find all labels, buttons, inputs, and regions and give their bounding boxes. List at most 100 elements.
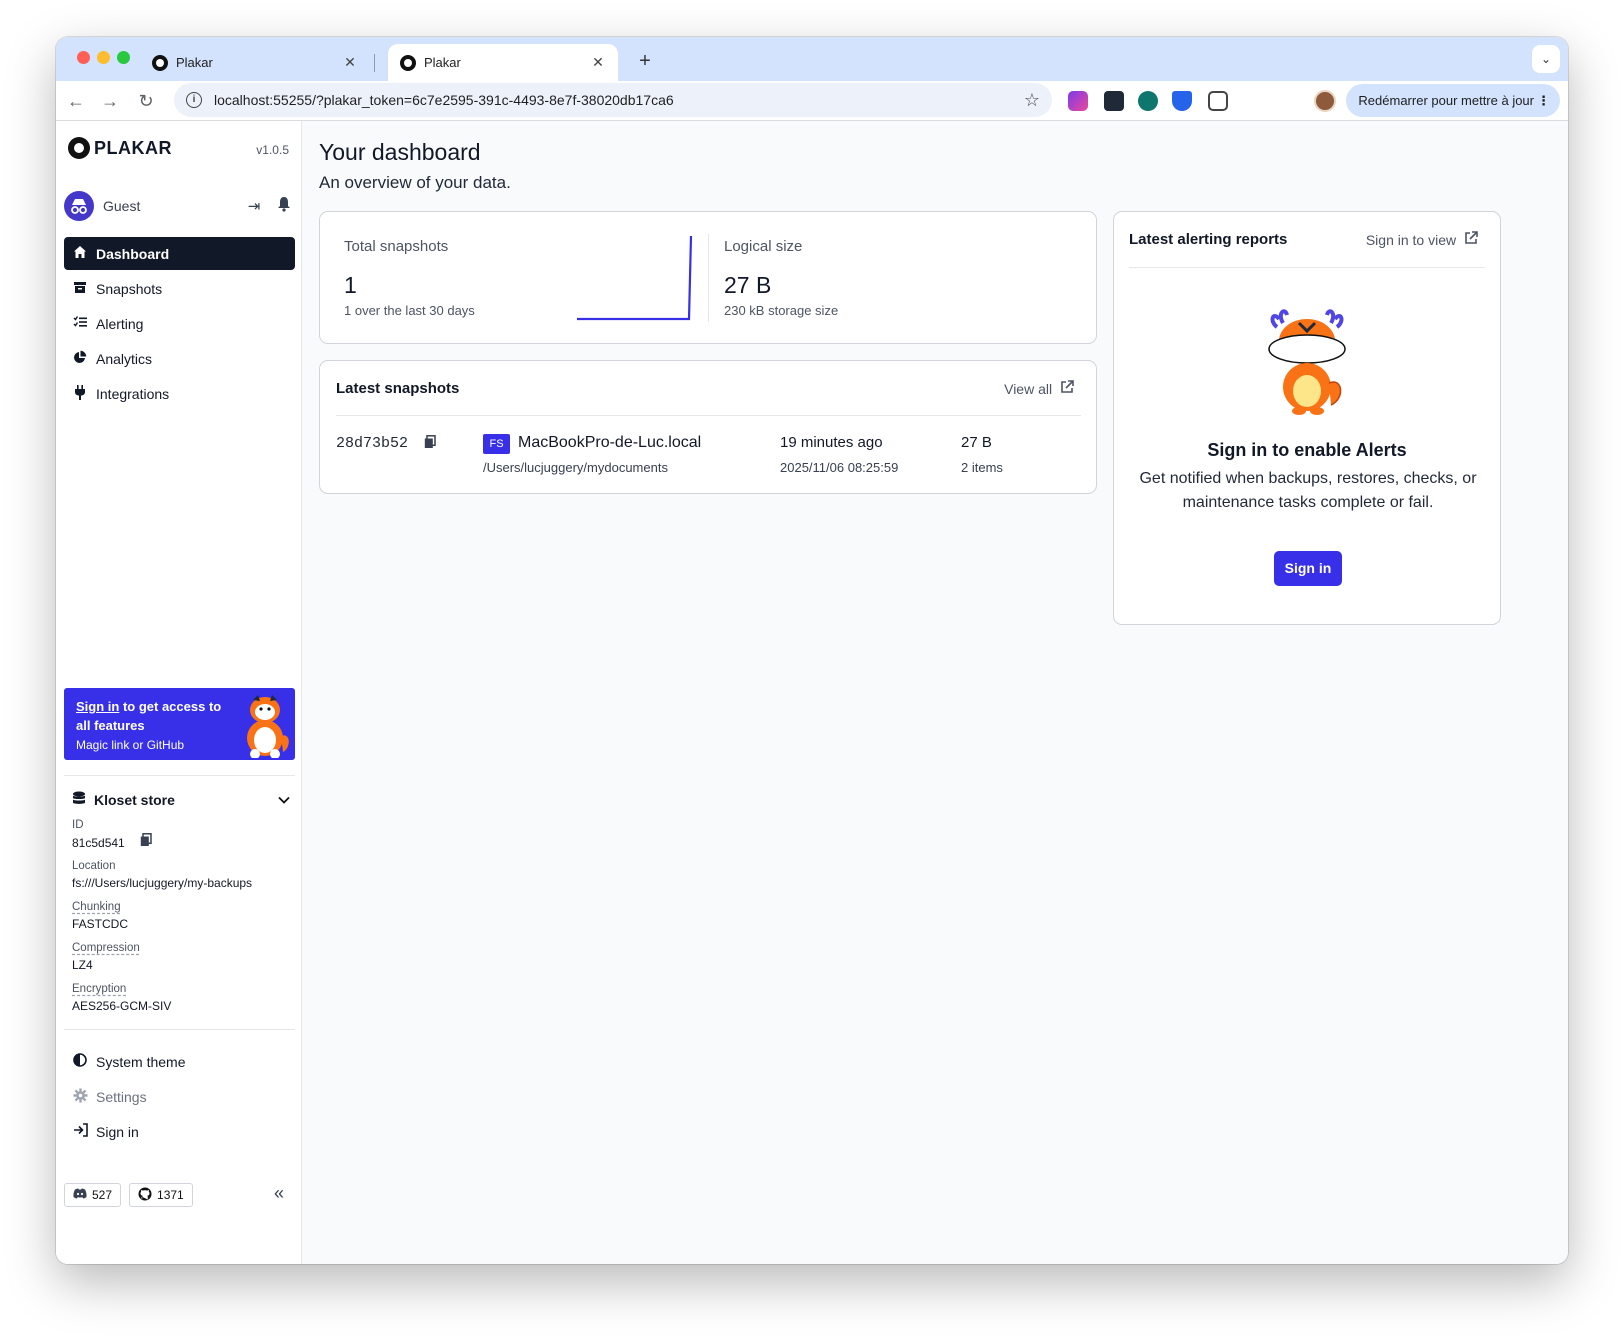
plakar-favicon-icon — [400, 54, 416, 71]
nav-item-settings[interactable]: Settings — [64, 1080, 295, 1113]
update-relaunch-button[interactable]: Redémarrer pour mettre à jour ⋮ — [1346, 84, 1560, 117]
snapshot-size: 27 B — [961, 434, 992, 451]
address-bar[interactable]: i localhost:55255/?plakar_token=6c7e2595… — [174, 83, 1052, 117]
site-info-icon[interactable]: i — [186, 92, 202, 108]
extension-v-icon[interactable] — [1172, 91, 1192, 111]
copy-icon[interactable] — [424, 435, 436, 452]
close-tab-icon[interactable]: ✕ — [342, 54, 358, 71]
page-subtitle: An overview of your data. — [319, 173, 511, 192]
view-all-link[interactable]: View all — [1004, 380, 1074, 397]
store-location-field: Location fs:///Users/lucjuggery/my-backu… — [72, 858, 290, 892]
github-icon — [138, 1187, 152, 1204]
snapshots-sparkline — [577, 235, 693, 321]
user-name: Guest — [103, 198, 141, 214]
total-snapshots-value: 1 — [344, 272, 357, 298]
pie-chart-icon — [72, 350, 88, 367]
guest-avatar[interactable] — [64, 191, 94, 221]
sign-in-promo[interactable]: Sign in to get access to all features Ma… — [64, 688, 295, 760]
plakar-logo-icon — [68, 137, 90, 159]
fs-type-badge: FS — [483, 434, 510, 454]
store-location-label: Location — [72, 860, 116, 872]
main-nav: Dashboard Snapshots Alerting Analytics I… — [64, 237, 295, 412]
new-tab-button[interactable]: + — [631, 48, 659, 76]
forward-icon[interactable]: → — [96, 87, 124, 115]
discord-count: 527 — [92, 1188, 113, 1202]
extension-person-icon[interactable] — [1104, 91, 1124, 111]
sign-in-to-view-link[interactable]: Sign in to view — [1366, 231, 1478, 248]
sign-in-icon — [72, 1123, 88, 1140]
brand-name: PLAKAR — [94, 137, 172, 158]
nav-item-snapshots[interactable]: Snapshots — [64, 272, 295, 305]
collapse-sidebar-icon[interactable]: « — [274, 1183, 284, 1204]
nav-item-analytics[interactable]: Analytics — [64, 342, 295, 375]
kloset-store-header[interactable]: Kloset store — [72, 791, 290, 809]
nav-item-dashboard[interactable]: Dashboard — [64, 237, 295, 270]
back-icon[interactable]: ← — [62, 87, 90, 115]
copy-icon[interactable] — [140, 833, 152, 852]
promo-sign-in-link[interactable]: Sign in — [76, 699, 119, 714]
gear-icon — [72, 1088, 88, 1106]
extension-gem-icon[interactable] — [1068, 91, 1088, 111]
logical-size-value: 27 B — [724, 272, 772, 298]
tab-search-button[interactable]: ⌄ — [1532, 45, 1560, 73]
store-chunking-field: Chunking FASTCDC — [72, 899, 290, 933]
sidebar-divider — [64, 775, 295, 776]
close-window-button[interactable] — [77, 51, 90, 64]
login-icon[interactable]: ⇥ — [244, 197, 264, 215]
snapshot-id[interactable]: 28d73b52 — [336, 435, 408, 452]
reload-icon[interactable]: ↻ — [132, 87, 160, 115]
minimize-window-button[interactable] — [97, 51, 110, 64]
store-encryption-label[interactable]: Encryption — [72, 981, 290, 997]
chevron-down-icon[interactable] — [278, 793, 290, 807]
mascot-illustration — [247, 695, 289, 758]
close-tab-icon[interactable]: ✕ — [590, 54, 606, 71]
external-link-icon — [1060, 380, 1074, 397]
nav-item-alerting[interactable]: Alerting — [64, 307, 295, 340]
database-icon — [72, 791, 86, 809]
extension-grammar-icon[interactable] — [1138, 91, 1158, 111]
browser-window: Plakar ✕ Plakar ✕ + ⌄ ← → ↻ i localhost:… — [56, 37, 1568, 1264]
nav-item-sign-in[interactable]: Sign in — [64, 1115, 295, 1148]
sign-in-button[interactable]: Sign in — [1274, 551, 1342, 586]
incognito-icon — [71, 199, 87, 214]
nav-label: Sign in — [96, 1123, 139, 1140]
stats-separator — [708, 234, 709, 322]
store-chunking-label[interactable]: Chunking — [72, 899, 290, 915]
store-encryption-value: AES256-GCM-SIV — [72, 999, 172, 1013]
update-button-label: Redémarrer pour mettre à jour — [1358, 93, 1534, 108]
extensions-puzzle-icon[interactable] — [1208, 91, 1228, 111]
mascot-sleeping-illustration — [1268, 309, 1346, 415]
plakar-favicon-icon — [152, 54, 168, 71]
snapshots-divider — [336, 415, 1081, 416]
store-id-value: 81c5d541 — [72, 833, 290, 852]
store-title: Kloset store — [94, 792, 175, 808]
tab-plakar-1[interactable]: Plakar ✕ — [140, 44, 370, 81]
bell-icon[interactable] — [274, 196, 294, 216]
nav-item-system-theme[interactable]: System theme — [64, 1045, 295, 1078]
github-badge[interactable]: 1371 — [129, 1183, 193, 1207]
more-menu-icon[interactable]: ⋮ — [1537, 84, 1550, 117]
total-snapshots-label: Total snapshots — [344, 238, 449, 255]
nav-label: Analytics — [96, 350, 153, 367]
profile-avatar[interactable] — [1314, 90, 1336, 112]
discord-badge[interactable]: 527 — [64, 1183, 122, 1207]
stats-card: Total snapshots 1 1 over the last 30 day… — [319, 211, 1097, 344]
nav-item-integrations[interactable]: Integrations — [64, 377, 295, 410]
snapshot-items: 2 items — [961, 460, 1003, 475]
maximize-window-button[interactable] — [117, 51, 130, 64]
snapshot-relative-time: 19 minutes ago — [780, 434, 883, 451]
tab-plakar-2[interactable]: Plakar ✕ — [388, 44, 618, 81]
nav-label: Alerting — [96, 315, 144, 332]
half-circle-icon — [72, 1053, 88, 1070]
store-compression-label[interactable]: Compression — [72, 940, 290, 956]
store-id-field: ID 81c5d541 — [72, 817, 290, 852]
archive-icon — [72, 280, 88, 297]
url-text[interactable]: localhost:55255/?plakar_token=6c7e2595-3… — [214, 92, 1024, 108]
home-icon — [72, 245, 88, 262]
brand[interactable]: PLAKAR — [68, 137, 172, 159]
user-row: Guest ⇥ — [64, 191, 294, 221]
plakar-app: PLAKAR v1.0.5 Guest ⇥ Dashboard Snapshot… — [56, 121, 1568, 1264]
alerts-divider — [1129, 267, 1485, 268]
bookmark-star-icon[interactable]: ☆ — [1024, 90, 1040, 111]
alerts-description: Get notified when backups, restores, che… — [1139, 470, 1477, 511]
